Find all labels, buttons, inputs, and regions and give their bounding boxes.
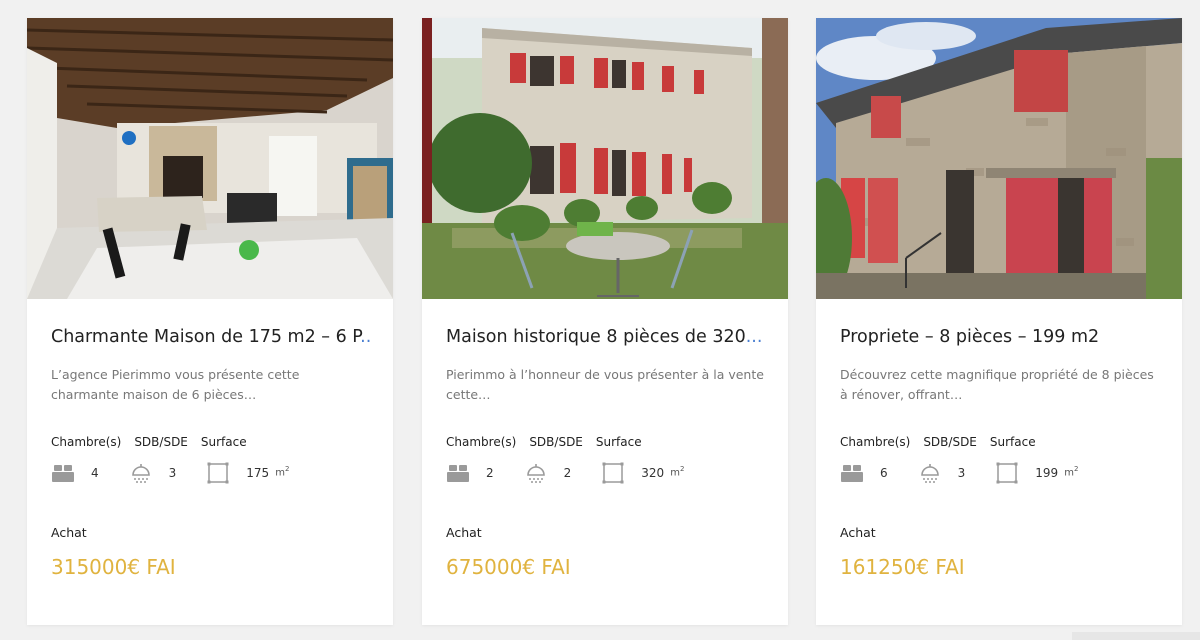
- listing-photo[interactable]: [816, 18, 1182, 299]
- bathrooms-feature: 3: [918, 461, 996, 485]
- listing-photo[interactable]: [422, 18, 788, 299]
- transaction-type: Achat: [446, 525, 482, 540]
- feature-values: 4 3 175 m2: [51, 460, 371, 486]
- surface-feature: 175 m2: [206, 461, 289, 485]
- surface-feature: 320 m2: [601, 461, 684, 485]
- surface-feature: 199 m2: [995, 461, 1078, 485]
- bathrooms-feature: 3: [129, 461, 207, 485]
- bedrooms-count: 6: [880, 466, 888, 480]
- stone-barn-photo: [816, 18, 1182, 299]
- listing-price: 675000€ FAI: [446, 555, 571, 579]
- listing-title[interactable]: Propriete – 8 pièces – 199 m2: [840, 326, 1160, 348]
- listing-photo[interactable]: [27, 18, 393, 299]
- surface-value: 175: [246, 466, 270, 480]
- page-corner-strip: [1072, 632, 1200, 640]
- bathrooms-label: SDB/SDE: [529, 435, 583, 449]
- bedrooms-feature: 4: [51, 461, 129, 485]
- bathrooms-count: 3: [168, 466, 177, 480]
- bedrooms-label: Chambre(s): [51, 435, 122, 449]
- surface-label: Surface: [989, 435, 1036, 449]
- listing-card[interactable]: Maison historique 8 pièces de 320... Pie…: [422, 18, 788, 625]
- listing-price: 315000€ FAI: [51, 555, 176, 579]
- bathrooms-count: 2: [563, 466, 572, 480]
- surface-unit: m2: [275, 465, 290, 479]
- listing-price: 161250€ FAI: [840, 555, 965, 579]
- listing-card[interactable]: Charmante Maison de 175 m2 – 6 P... L’ag…: [27, 18, 393, 625]
- listing-description: Pierimmo à l’honneur de vous présenter à…: [446, 367, 764, 402]
- bed-icon: [447, 465, 469, 482]
- shower-icon: [920, 464, 939, 483]
- bedrooms-label: Chambre(s): [840, 435, 911, 449]
- surface-unit: m2: [670, 465, 685, 479]
- transaction-type: Achat: [51, 525, 87, 540]
- bathrooms-feature: 2: [524, 461, 602, 485]
- bathrooms-count: 3: [957, 466, 966, 480]
- surface-label: Surface: [200, 435, 247, 449]
- listing-title[interactable]: Charmante Maison de 175 m2 – 6 P...: [51, 326, 371, 348]
- bathrooms-label: SDB/SDE: [134, 435, 188, 449]
- bedrooms-label: Chambre(s): [446, 435, 517, 449]
- feature-labels: Chambre(s) SDB/SDE Surface: [51, 435, 371, 451]
- surface-value: 199: [1035, 466, 1059, 480]
- bed-icon: [52, 465, 74, 482]
- listing-card[interactable]: Propriete – 8 pièces – 199 m2 Découvrez …: [816, 18, 1182, 625]
- transaction-type: Achat: [840, 525, 876, 540]
- bedrooms-count: 2: [486, 466, 494, 480]
- listing-description: L’agence Pierimmo vous présente cette ch…: [51, 367, 300, 402]
- feature-values: 2 2 320 m2: [446, 460, 766, 486]
- listing-grid: Charmante Maison de 175 m2 – 6 P... L’ag…: [0, 0, 1200, 640]
- shower-icon: [131, 464, 150, 483]
- feature-values: 6 3 199 m2: [840, 460, 1160, 486]
- title-ellipsis: ...: [360, 327, 371, 347]
- listing-title[interactable]: Maison historique 8 pièces de 320...: [446, 326, 766, 348]
- surface-area-icon: [207, 462, 229, 484]
- bed-icon: [841, 465, 863, 482]
- feature-labels: Chambre(s) SDB/SDE Surface: [446, 435, 766, 451]
- surface-area-icon: [996, 462, 1018, 484]
- shower-icon: [526, 464, 545, 483]
- surface-unit: m2: [1064, 465, 1079, 479]
- interior-photo: [27, 18, 393, 299]
- feature-labels: Chambre(s) SDB/SDE Surface: [840, 435, 1160, 451]
- bathrooms-label: SDB/SDE: [923, 435, 977, 449]
- title-ellipsis: ...: [745, 327, 763, 347]
- bedrooms-feature: 2: [446, 461, 524, 485]
- surface-value: 320: [641, 466, 665, 480]
- surface-label: Surface: [595, 435, 642, 449]
- listing-description: Découvrez cette magnifique propriété de …: [840, 367, 1154, 402]
- surface-area-icon: [602, 462, 624, 484]
- bedrooms-count: 4: [91, 466, 99, 480]
- house-garden-photo: [422, 18, 788, 299]
- bedrooms-feature: 6: [840, 461, 918, 485]
